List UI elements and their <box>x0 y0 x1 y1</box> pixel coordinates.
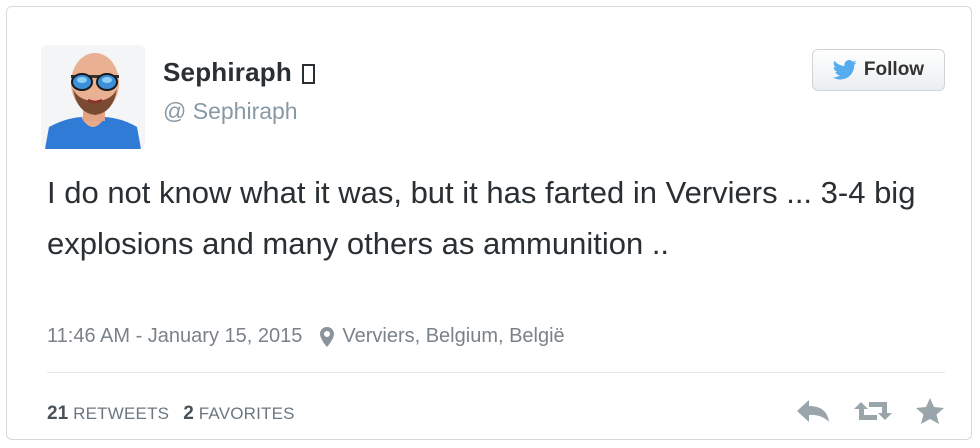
bird-icon <box>832 60 857 80</box>
divider <box>47 372 945 373</box>
tweet-text: I do not know what it was, but it has fa… <box>47 175 916 261</box>
display-name[interactable]: Sephiraph <box>163 57 292 88</box>
tweet-actions <box>795 397 945 430</box>
tweet-card: Sephiraph @ Sephiraph Follow I do not kn… <box>6 6 972 440</box>
follow-button[interactable]: Follow <box>812 49 945 91</box>
favorites-label[interactable]: FAVORITES <box>199 404 295 424</box>
location-link[interactable]: Verviers, Belgium, België <box>342 325 564 348</box>
star-icon[interactable] <box>915 397 945 430</box>
favorites-count[interactable]: 2 <box>183 403 194 425</box>
tweet-meta: 11:46 AM - January 15, 2015 Verviers, Be… <box>47 325 565 348</box>
timestamp-link[interactable]: 11:46 AM - January 15, 2015 <box>47 325 302 348</box>
verified-badge-icon <box>301 63 315 84</box>
retweets-label[interactable]: RETWEETS <box>73 404 169 424</box>
retweets-count[interactable]: 21 <box>47 403 68 425</box>
avatar-image <box>41 45 145 149</box>
tweet-stats: 21 RETWEETS 2 FAVORITES <box>47 403 309 425</box>
avatar[interactable] <box>41 45 145 149</box>
location-pin-icon <box>320 326 335 347</box>
follow-label: Follow <box>863 59 925 80</box>
retweet-icon[interactable] <box>853 398 893 429</box>
reply-icon[interactable] <box>795 398 831 429</box>
user-name-row: Sephiraph <box>163 57 315 88</box>
user-handle[interactable]: @ Sephiraph <box>163 98 298 125</box>
